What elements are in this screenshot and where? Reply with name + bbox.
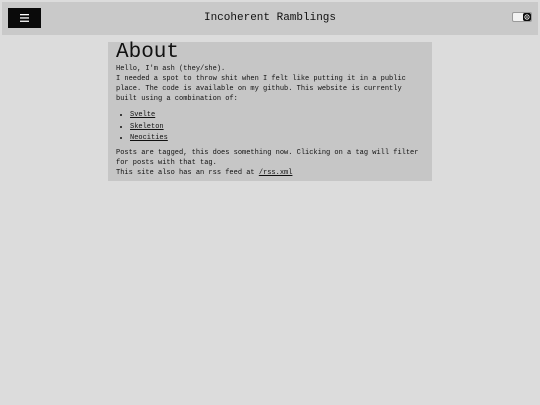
menu-button[interactable] (8, 8, 41, 28)
top-bar: Incoherent Ramblings (2, 2, 538, 35)
rss-text: This site also has an rss feed at /rss.x… (116, 168, 424, 178)
theme-toggle-knob (523, 13, 531, 21)
list-item: Skeleton (130, 122, 424, 134)
svelte-link[interactable]: Svelte (130, 111, 155, 119)
gear-icon (524, 14, 530, 20)
site-title: Incoherent Ramblings (203, 12, 337, 24)
tags-text: Posts are tagged, this does something no… (116, 148, 419, 167)
skeleton-link[interactable]: Skeleton (130, 123, 164, 131)
rss-prefix: This site also has an rss feed at (116, 168, 259, 177)
tools-list: Svelte Skeleton Neocities (116, 110, 424, 145)
theme-toggle[interactable] (512, 12, 532, 22)
hamburger-icon (20, 14, 29, 22)
neocities-link[interactable]: Neocities (130, 134, 168, 142)
list-item: Neocities (130, 133, 424, 145)
greeting-text: Hello, I'm ash (they/she). (116, 65, 226, 73)
about-content: About Hello, I'm ash (they/she). I neede… (108, 42, 432, 181)
page-title: About (116, 41, 180, 64)
list-item: Svelte (130, 110, 424, 122)
rss-link[interactable]: /rss.xml (259, 169, 293, 177)
intro-text: I needed a spot to throw shit when I fel… (116, 75, 406, 103)
